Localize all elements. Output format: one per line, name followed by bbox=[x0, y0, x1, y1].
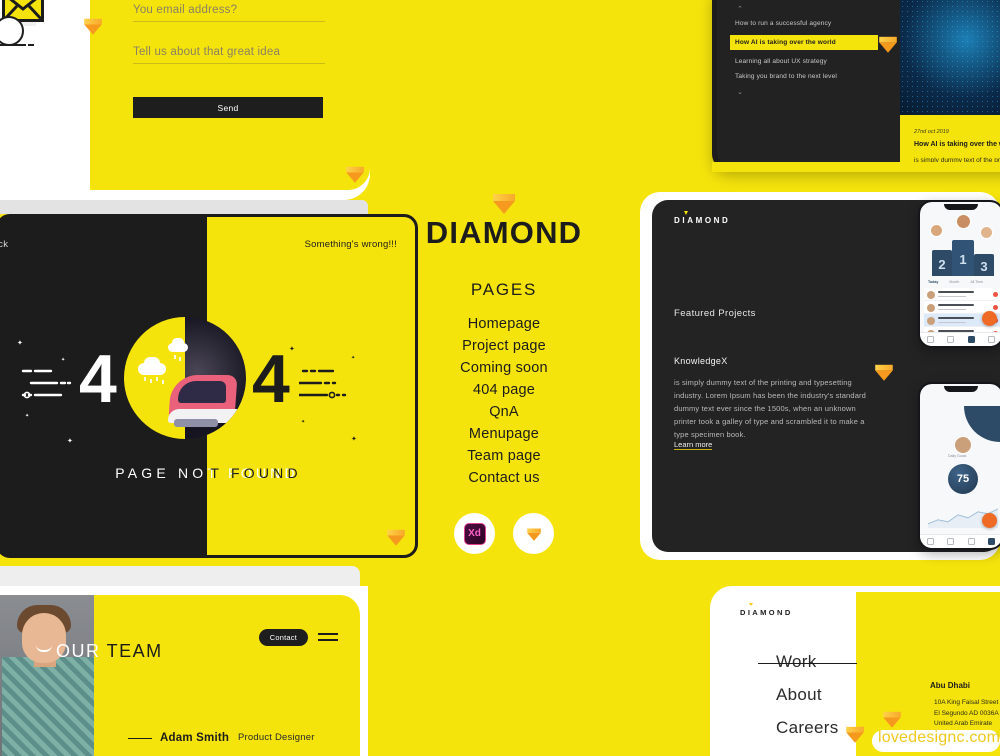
bottom-nav bbox=[920, 534, 1000, 548]
sketch-badge[interactable] bbox=[513, 513, 554, 554]
page-link-homepage[interactable]: Homepage bbox=[370, 313, 638, 335]
blog-list-item[interactable]: Taking you brand to the next level bbox=[735, 73, 885, 80]
list-item[interactable] bbox=[924, 288, 1000, 301]
error-code-digit-right: 4 bbox=[252, 341, 290, 417]
blog-post-list: ⌃ How to run a successful agency How AI … bbox=[730, 3, 885, 103]
contact-form-card: You email address? Tell us about that gr… bbox=[0, 0, 370, 200]
score-label: Daily Goals bbox=[948, 454, 967, 458]
chevron-up-icon[interactable]: ⌃ bbox=[737, 5, 885, 13]
donut-chart bbox=[964, 406, 1000, 442]
envelope-line-decor bbox=[0, 44, 26, 46]
hamburger-menu-icon[interactable] bbox=[318, 633, 338, 645]
blog-list-item[interactable]: How to run a successful agency bbox=[735, 20, 885, 27]
page-title: OUR TEAM bbox=[56, 641, 163, 661]
dashboard-phone-mockup: 75 Daily Goals bbox=[918, 382, 1000, 550]
page-link-coming-soon[interactable]: Coming soon bbox=[370, 357, 638, 379]
email-field[interactable]: You email address? bbox=[133, 4, 325, 22]
nav-item-careers[interactable]: Careers bbox=[776, 718, 839, 738]
nav-item-work[interactable]: Work bbox=[758, 652, 857, 672]
brand-title: DIAMOND bbox=[425, 215, 583, 250]
brand-logo: DIAMOND bbox=[740, 603, 793, 617]
train-illustration bbox=[124, 317, 246, 439]
nav-home-icon[interactable] bbox=[926, 538, 934, 545]
speed-lines-right bbox=[299, 369, 347, 399]
add-fab-button[interactable] bbox=[982, 311, 997, 326]
phone-notch bbox=[944, 204, 978, 210]
leaderboard-phone-mockup: 2 1 3 Today Month All Time bbox=[918, 200, 1000, 348]
page-link-project[interactable]: Project page bbox=[370, 335, 638, 357]
podium-place-2: 2 bbox=[932, 250, 952, 276]
error-404-preview: back Something's wrong!!! 4 4 bbox=[0, 214, 418, 558]
pages-list: Homepage Project page Coming soon 404 pa… bbox=[370, 313, 638, 489]
envelope-line-decor-2 bbox=[28, 44, 34, 46]
score-ring: 75 bbox=[948, 464, 978, 494]
preview-canvas: You email address? Tell us about that gr… bbox=[0, 0, 1000, 756]
tab-month[interactable]: Month bbox=[949, 280, 959, 284]
nav-home-icon[interactable] bbox=[926, 336, 934, 343]
office-address: 10A King Faisal Street El Segundo AD 003… bbox=[934, 699, 999, 727]
page-link-team[interactable]: Team page bbox=[370, 445, 638, 467]
go-back-link[interactable]: back bbox=[0, 239, 8, 250]
blog-list-item[interactable]: Learning all about UX strategy bbox=[735, 58, 885, 65]
contact-button[interactable]: Contact bbox=[258, 629, 308, 646]
panel-shadow bbox=[0, 566, 360, 586]
watermark: lovedesignc.com bbox=[878, 729, 1000, 746]
panel-shadow bbox=[0, 200, 368, 214]
team-member-name: Adam Smith bbox=[160, 732, 230, 744]
bottom-nav bbox=[920, 332, 1000, 346]
office-city: Abu Dhabi bbox=[930, 681, 970, 690]
center-column: DIAMOND PAGES Homepage Project page Comi… bbox=[370, 0, 638, 756]
contact-form-panel: You email address? Tell us about that gr… bbox=[90, 0, 370, 190]
nav-heart-icon[interactable] bbox=[947, 538, 955, 545]
nav-profile-icon[interactable] bbox=[988, 538, 996, 545]
message-field[interactable]: Tell us about that great idea bbox=[133, 46, 325, 64]
speed-lines-left bbox=[21, 369, 72, 399]
blog-tablet-preview: ⌃ How to run a successful agency How AI … bbox=[712, 0, 1000, 170]
podium-chart: 2 1 3 bbox=[930, 214, 996, 276]
project-body: is simply dummy text of the printing and… bbox=[674, 378, 866, 439]
blog-article: 27nd oct 2019 How AI is taking over the … bbox=[900, 115, 1000, 165]
name-divider bbox=[128, 738, 152, 739]
adobe-xd-icon: Xd bbox=[463, 522, 486, 545]
team-page-preview: OUR TEAM Contact Adam Smith Product Desi… bbox=[0, 586, 368, 756]
footer-nav-list: Work About Careers bbox=[758, 652, 857, 751]
nav-item-about[interactable]: About bbox=[776, 685, 839, 705]
diamond-dot-icon bbox=[683, 211, 688, 215]
team-member-role: Product Designer bbox=[238, 732, 315, 743]
envelope-circle-decor bbox=[0, 16, 24, 46]
section-heading: Featured Projects bbox=[674, 308, 756, 319]
tab-all-time[interactable]: All Time bbox=[970, 280, 983, 284]
article-headline: How AI is taking over the world bbox=[914, 141, 1000, 148]
add-fab-button[interactable] bbox=[982, 513, 997, 528]
send-button[interactable]: Send bbox=[133, 97, 323, 118]
format-badges: Xd bbox=[454, 513, 554, 554]
adobe-xd-badge[interactable]: Xd bbox=[454, 513, 495, 554]
error-code-digit-left: 4 bbox=[79, 341, 117, 417]
podium-place-3: 3 bbox=[974, 254, 994, 276]
blog-list-item-active[interactable]: How AI is taking over the world bbox=[730, 35, 878, 50]
page-link-menupage[interactable]: Menupage bbox=[370, 423, 638, 445]
brand-logo: DIAMOND bbox=[674, 211, 730, 225]
page-link-qna[interactable]: QnA bbox=[370, 401, 638, 423]
pages-heading: PAGES bbox=[470, 280, 538, 299]
page-link-404[interactable]: 404 page bbox=[370, 379, 638, 401]
chevron-down-icon[interactable]: ⌄ bbox=[737, 88, 885, 96]
nav-leaderboard-icon[interactable] bbox=[967, 336, 975, 343]
nav-stats-icon[interactable] bbox=[967, 538, 975, 545]
tab-today[interactable]: Today bbox=[928, 280, 938, 284]
team-member-photo bbox=[0, 595, 94, 756]
article-date: 27nd oct 2019 bbox=[914, 129, 949, 135]
podium-place-1: 1 bbox=[952, 240, 974, 276]
learn-more-link[interactable]: Learn more bbox=[674, 440, 713, 450]
project-title: KnowledgeX bbox=[674, 356, 728, 366]
nav-heart-icon[interactable] bbox=[947, 336, 955, 343]
page-link-contact-us[interactable]: Contact us bbox=[370, 467, 638, 489]
hero-image bbox=[900, 0, 1000, 115]
nav-profile-icon[interactable] bbox=[988, 336, 996, 343]
phone-notch bbox=[944, 386, 978, 392]
tablet-yellow-ribbon bbox=[712, 162, 1000, 172]
diamond-dot-icon bbox=[749, 603, 753, 606]
